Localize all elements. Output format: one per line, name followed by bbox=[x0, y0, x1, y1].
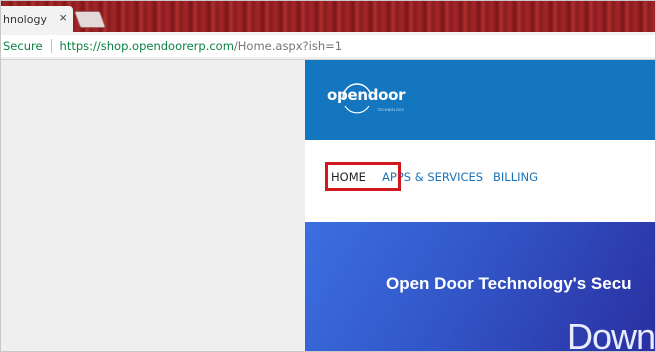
url-input[interactable]: Secure https://shop.opendoorerp.com /Hom… bbox=[1, 35, 655, 57]
url-host: https://shop.opendoorerp.com bbox=[59, 39, 234, 53]
hero-subtitle: Down bbox=[567, 316, 656, 352]
site-nav: HOME APPS & SERVICES BILLING bbox=[305, 140, 655, 222]
tab-strip: hnology × bbox=[1, 1, 655, 32]
hero-title: Open Door Technology's Secu bbox=[386, 274, 632, 293]
url-path: /Home.aspx?ish=1 bbox=[233, 39, 343, 53]
browser-tab[interactable]: hnology × bbox=[1, 6, 73, 32]
hero-banner: Open Door Technology's Secu Down bbox=[305, 222, 656, 352]
new-tab-button[interactable] bbox=[73, 11, 107, 28]
website: opendoor TECHNOLOGY HOME APPS & SERVICES… bbox=[305, 60, 656, 352]
address-bar: Secure https://shop.opendoorerp.com /Hom… bbox=[1, 32, 655, 60]
logo-tagline: TECHNOLOGY bbox=[377, 108, 405, 112]
browser-window: hnology × Secure https://shop.opendoorer… bbox=[0, 0, 656, 352]
site-logo[interactable]: opendoor bbox=[327, 86, 406, 104]
secure-label: Secure bbox=[3, 39, 43, 53]
nav-billing-link[interactable]: BILLING bbox=[493, 170, 538, 184]
close-icon[interactable]: × bbox=[59, 11, 67, 25]
tab-title: hnology bbox=[3, 12, 47, 26]
page-viewport: opendoor TECHNOLOGY HOME APPS & SERVICES… bbox=[1, 60, 656, 352]
divider bbox=[50, 39, 52, 53]
highlight-annotation bbox=[325, 162, 401, 191]
site-header: opendoor TECHNOLOGY bbox=[305, 60, 655, 140]
